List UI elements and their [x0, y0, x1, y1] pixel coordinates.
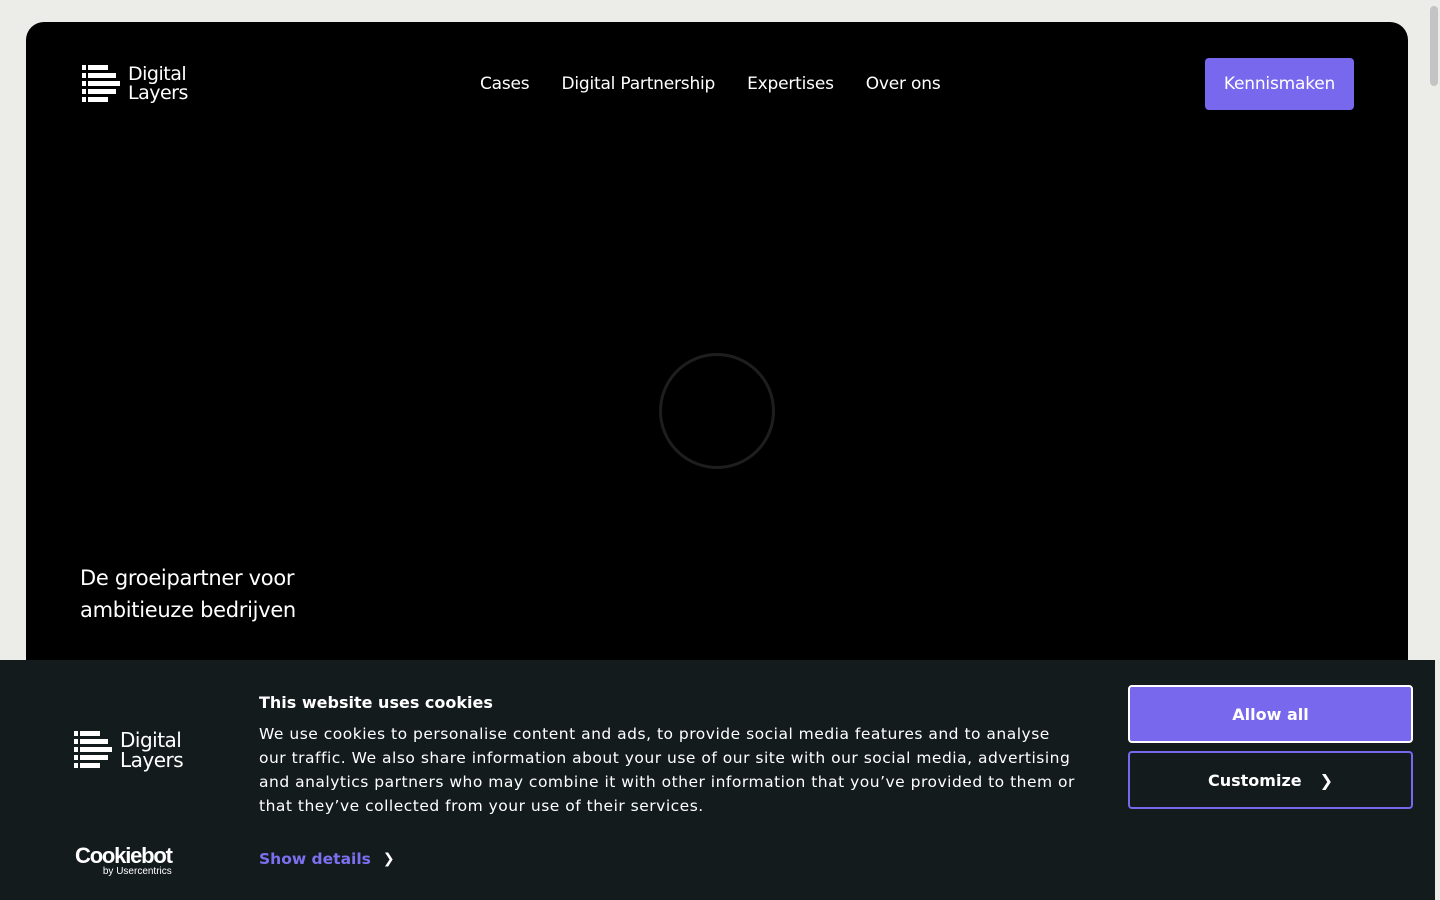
cookiebot-logo[interactable]: Cookiebot by Usercentrics: [75, 843, 173, 878]
nav-item-digital-partnership[interactable]: Digital Partnership: [561, 72, 715, 96]
allow-all-button[interactable]: Allow all: [1128, 685, 1413, 743]
brand-name-line2: Layers: [128, 82, 188, 104]
stacked-layers-logo-icon: [82, 65, 120, 102]
kennismaken-button[interactable]: Kennismaken: [1205, 58, 1354, 110]
banner-brand-wordmark: Digital Layers: [120, 728, 184, 772]
nav-item-over-ons[interactable]: Over ons: [866, 72, 941, 96]
stacked-layers-logo-icon: [74, 731, 112, 768]
chevron-right-icon: ❯: [1319, 770, 1334, 790]
nav-item-expertises[interactable]: Expertises: [747, 72, 834, 96]
cookie-consent-banner: Digital Layers Cookiebot by Usercentrics…: [0, 660, 1435, 900]
cookie-banner-title: This website uses cookies: [259, 693, 493, 712]
show-details-label: Show details: [259, 850, 371, 868]
brand-logo[interactable]: Digital Layers: [82, 64, 188, 104]
nav-item-cases[interactable]: Cases: [480, 72, 530, 96]
cookiebot-name: Cookiebot: [75, 843, 173, 868]
cookie-banner-text: We use cookies to personalise content an…: [259, 725, 1075, 815]
banner-brand-logo: Digital Layers: [74, 728, 184, 772]
customize-label: Customize: [1207, 770, 1302, 790]
loading-spinner-icon: [659, 353, 775, 469]
chevron-right-icon: ❯: [382, 851, 395, 867]
brand-name-line2: Layers: [120, 748, 184, 772]
brand-wordmark: Digital Layers: [128, 65, 188, 103]
main-nav: Cases Digital Partnership Expertises Ove…: [480, 72, 941, 96]
brand-name-line1: Digital: [120, 728, 182, 752]
customize-button[interactable]: Customize ❯: [1128, 751, 1413, 809]
show-details-link[interactable]: Show details ❯: [259, 850, 395, 868]
scrollbar-thumb[interactable]: [1430, 6, 1438, 86]
hero-tagline: De groeipartner voor ambitieuze bedrijve…: [80, 566, 296, 622]
